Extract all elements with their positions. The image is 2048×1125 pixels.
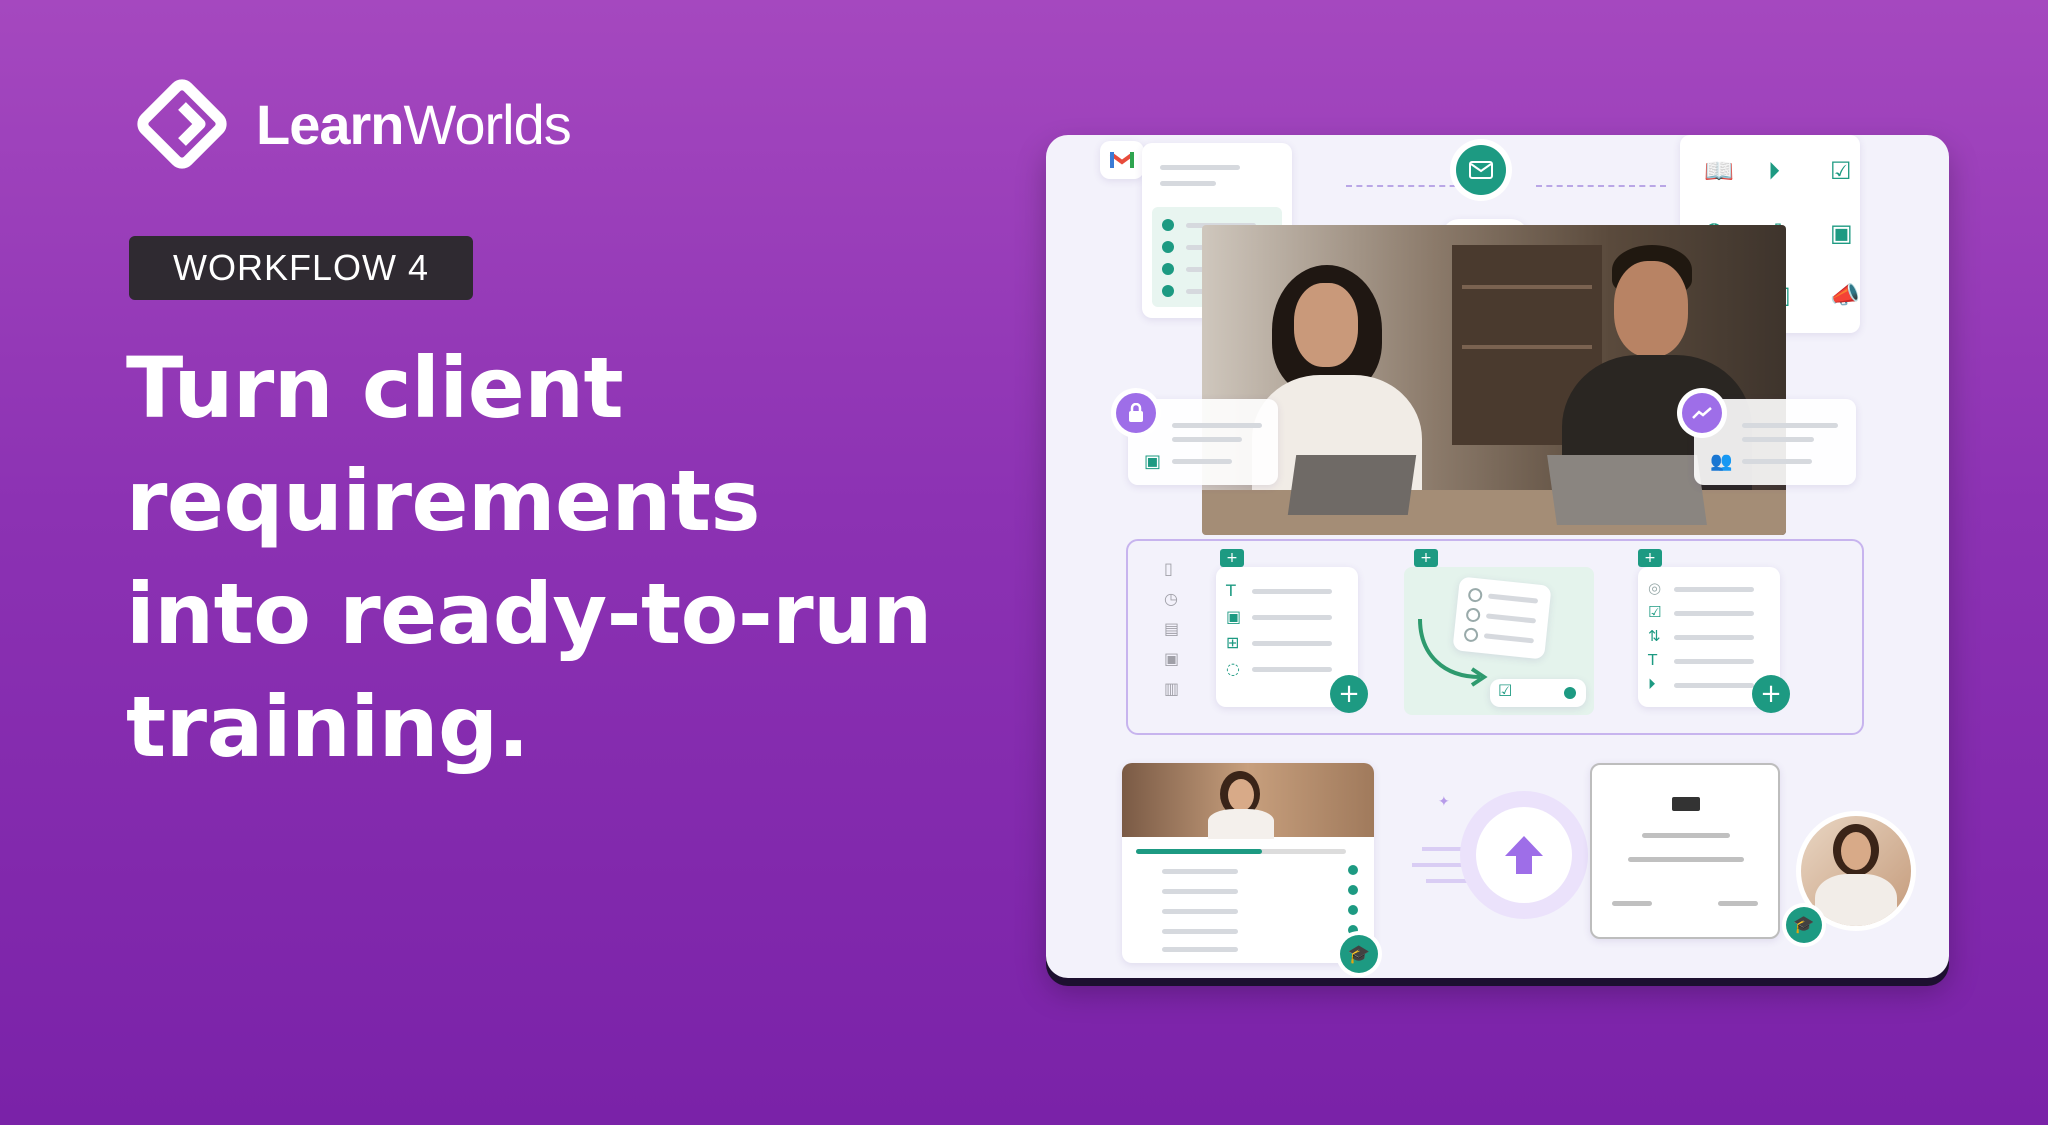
graduation-cap-icon: 🎓	[1786, 907, 1822, 943]
meeting-photo	[1202, 225, 1786, 535]
arrow-icon	[1418, 618, 1488, 687]
bar-chart-icon: ▥	[1164, 679, 1180, 698]
image-icon: ▣	[1164, 649, 1180, 668]
file-icon: ▤	[1164, 619, 1180, 638]
play-icon: ◷	[1164, 589, 1178, 608]
trend-icon	[1682, 393, 1722, 433]
book-icon: ▯	[1164, 559, 1173, 578]
clipboard-check-icon: ☑	[1830, 157, 1852, 185]
users-icon: 👥	[1710, 451, 1733, 472]
add-tag: +	[1638, 549, 1662, 567]
play-icon: ⏵	[1768, 157, 1780, 185]
sparkle-icon: ✦	[1438, 794, 1450, 810]
builder-icon-rail: ▯ ◷ ▤ ▣ ▥	[1158, 559, 1192, 709]
email-icon	[1456, 145, 1506, 195]
upload-arrow-icon	[1476, 807, 1572, 903]
add-button[interactable]: +	[1330, 675, 1368, 713]
assessment-chip: ☑	[1490, 679, 1586, 707]
brand: LearnWorlds	[130, 72, 572, 176]
book-icon: 📖	[1704, 157, 1734, 185]
add-tag: +	[1220, 549, 1244, 567]
megaphone-icon: 📣	[1830, 281, 1860, 309]
graduation-cap-icon: 🎓	[1340, 935, 1378, 973]
learnworlds-logo-icon	[137, 79, 227, 169]
workflow-badge: WORKFLOW 4	[129, 236, 473, 300]
add-tag: +	[1414, 549, 1438, 567]
brand-name: LearnWorlds	[256, 92, 572, 156]
workflow-illustration: ✆ 📖 ⏵ ☑ ✪ ⇩ ▣ ▤ ▥ 📣 ▣	[1046, 135, 1949, 978]
course-player	[1122, 763, 1374, 963]
certificate-icon	[1590, 763, 1780, 939]
image-icon: ▣	[1830, 219, 1853, 247]
add-button[interactable]: +	[1752, 675, 1790, 713]
headline: Turn client requirements into ready-to-r…	[126, 339, 932, 776]
gmail-icon	[1100, 141, 1144, 179]
image-icon: ▣	[1144, 451, 1162, 472]
lock-icon	[1116, 393, 1156, 433]
